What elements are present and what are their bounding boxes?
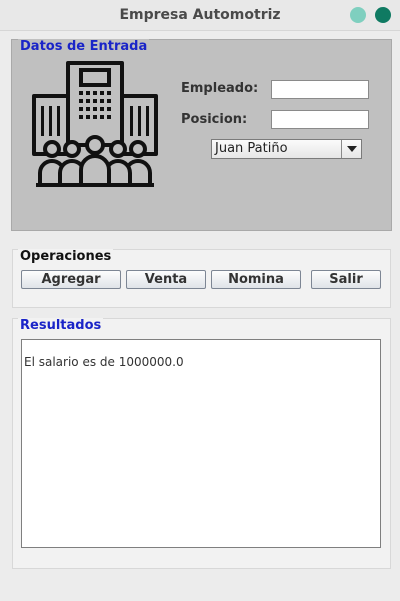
datos-entrada-panel: Datos de Entrada Empleado: Posicion: Jua… (11, 39, 392, 231)
posicion-field[interactable] (271, 110, 369, 129)
resultados-panel: Resultados El salario es de 1000000.0 (12, 318, 391, 569)
operaciones-legend: Operaciones (18, 249, 114, 264)
minimize-button[interactable] (350, 7, 366, 23)
datos-entrada-legend: Datos de Entrada (18, 39, 150, 54)
salir-button[interactable]: Salir (311, 270, 381, 289)
empleado-label: Empleado: (181, 81, 259, 96)
company-building-icon (32, 61, 158, 187)
title-bar: Empresa Automotriz (0, 0, 400, 31)
result-line: El salario es de 1000000.0 (24, 355, 184, 369)
employee-combo-value: Juan Patiño (215, 141, 288, 156)
operaciones-panel: Operaciones Agregar Venta Nomina Salir (12, 249, 391, 308)
posicion-label: Posicion: (181, 112, 248, 127)
agregar-button[interactable]: Agregar (21, 270, 121, 289)
resultados-legend: Resultados (18, 318, 104, 333)
close-button[interactable] (375, 7, 391, 23)
window-title: Empresa Automotriz (119, 7, 281, 23)
employee-combo[interactable]: Juan Patiño (211, 139, 362, 159)
empleado-field[interactable] (271, 80, 369, 99)
results-text-area[interactable]: El salario es de 1000000.0 (21, 339, 381, 548)
chevron-down-icon[interactable] (341, 140, 361, 158)
venta-button[interactable]: Venta (126, 270, 206, 289)
nomina-button[interactable]: Nomina (211, 270, 301, 289)
